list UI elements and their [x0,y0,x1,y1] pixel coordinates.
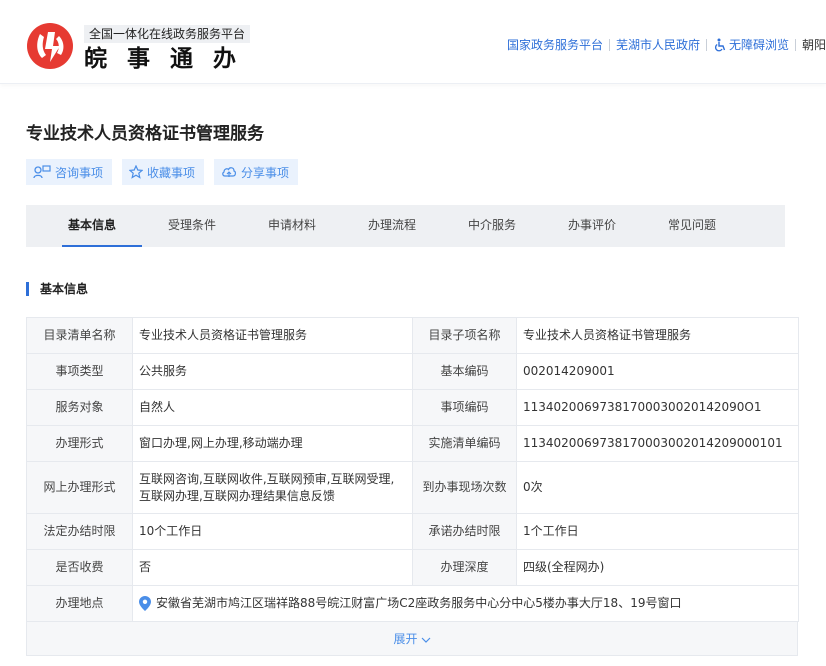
field-label: 事项类型 [26,353,133,390]
accessibility-label: 无障碍浏览 [728,38,789,52]
field-label: 办理地点 [26,585,133,622]
field-label: 办理形式 [26,425,133,462]
tab-faq[interactable]: 常见问题 [642,205,742,247]
brand-name: 皖事通办 [84,46,256,72]
field-value: 1134020069738170003002014209000101 [516,425,799,462]
field-label: 承诺办结时限 [412,513,517,550]
field-value: 专业技术人员资格证书管理服务 [132,317,413,354]
chevron-down-icon [421,637,430,643]
expand-button[interactable]: 展开 [26,622,798,656]
field-value: 否 [132,549,413,586]
field-label: 办理深度 [412,549,517,586]
field-value: 自然人 [132,389,413,426]
city-government-link[interactable]: 芜湖市人民政府 [610,37,706,53]
location-pin-icon [139,596,151,611]
table-row: 是否收费 否 办理深度 四级(全程网办) [26,549,799,586]
field-label: 到办事现场次数 [412,461,517,514]
field-label: 是否收费 [26,549,133,586]
field-value: 公共服务 [132,353,413,390]
table-row: 法定办结时限 10个工作日 承诺办结时限 1个工作日 [26,513,799,550]
star-icon [129,165,144,179]
consult-icon [33,165,51,179]
section-title: 基本信息 [26,282,88,296]
table-row: 网上办理形式 互联网咨询,互联网收件,互联网预审,互联网受理,互联网办理,互联网… [26,461,799,514]
field-value: 互联网咨询,互联网收件,互联网预审,互联网受理,互联网办理,互联网办理结果信息反… [132,461,413,514]
field-label: 服务对象 [26,389,133,426]
site-header: 全国一体化在线政务服务平台 皖事通办 国家政务服务平台 芜湖市人民政府 无障碍浏… [0,0,826,84]
tab-evaluation[interactable]: 办事评价 [542,205,642,247]
tab-basic-info[interactable]: 基本信息 [42,205,142,247]
action-buttons: 咨询事项 收藏事项 分享事项 [26,159,299,185]
location-text: 安徽省芜湖市鸠江区瑞祥路88号皖江财富广场C2座政务服务中心分中心5楼办事大厅1… [156,596,682,610]
field-label: 基本编码 [412,353,517,390]
consult-label: 咨询事项 [55,165,104,180]
location-value: 安徽省芜湖市鸠江区瑞祥路88号皖江财富广场C2座政务服务中心分中心5楼办事大厅1… [139,595,792,612]
field-value: 002014209001 [516,353,799,390]
field-value: 1个工作日 [516,513,799,550]
favorite-label: 收藏事项 [147,165,196,180]
basic-info-table: 目录清单名称 专业技术人员资格证书管理服务 目录子项名称 专业技术人员资格证书管… [26,317,799,622]
tab-process[interactable]: 办理流程 [342,205,442,247]
field-label: 实施清单编码 [412,425,517,462]
section-title-text: 基本信息 [40,282,89,296]
section-marker [26,282,29,296]
field-value: 四级(全程网办) [516,549,799,586]
field-value: 0次 [516,461,799,514]
top-links: 国家政务服务平台 芜湖市人民政府 无障碍浏览 朝阳 [501,36,826,53]
wheelchair-icon [714,38,726,51]
field-label: 法定办结时限 [26,513,133,550]
share-label: 分享事项 [241,165,290,180]
platform-subtitle: 全国一体化在线政务服务平台 [84,25,251,43]
accessibility-link[interactable]: 无障碍浏览 [707,36,795,53]
favorite-button[interactable]: 收藏事项 [122,159,205,185]
expand-label: 展开 [393,632,418,646]
field-value: 11340200697381700030020142090O1 [516,389,799,426]
table-row: 服务对象 自然人 事项编码 11340200697381700030020142… [26,389,799,426]
field-value: 专业技术人员资格证书管理服务 [516,317,799,354]
table-row: 事项类型 公共服务 基本编码 002014209001 [26,353,799,390]
field-label: 目录子项名称 [412,317,517,354]
field-label: 目录清单名称 [26,317,133,354]
tab-conditions[interactable]: 受理条件 [142,205,242,247]
national-platform-link[interactable]: 国家政务服务平台 [501,37,609,53]
reading-mode-link[interactable]: 朝阳 [796,36,826,53]
location-cell: 安徽省芜湖市鸠江区瑞祥路88号皖江财富广场C2座政务服务中心分中心5楼办事大厅1… [132,585,799,622]
share-button[interactable]: 分享事项 [214,159,299,185]
field-label: 事项编码 [412,389,517,426]
field-value: 窗口办理,网上办理,移动端办理 [132,425,413,462]
detail-tabs: 基本信息 受理条件 申请材料 办理流程 中介服务 办事评价 常见问题 [26,205,785,247]
field-label: 网上办理形式 [26,461,133,514]
table-row: 办理形式 窗口办理,网上办理,移动端办理 实施清单编码 113402006973… [26,425,799,462]
table-row: 目录清单名称 专业技术人员资格证书管理服务 目录子项名称 专业技术人员资格证书管… [26,317,799,354]
tab-materials[interactable]: 申请材料 [242,205,342,247]
page-title: 专业技术人员资格证书管理服务 [26,124,264,144]
share-icon [222,167,237,177]
table-row: 办理地点 安徽省芜湖市鸠江区瑞祥路88号皖江财富广场C2座政务服务中心分中心5楼… [26,585,799,622]
anhui-logo-icon[interactable] [26,22,74,70]
consult-button[interactable]: 咨询事项 [26,159,113,185]
field-value: 10个工作日 [132,513,413,550]
tab-intermediary[interactable]: 中介服务 [442,205,542,247]
